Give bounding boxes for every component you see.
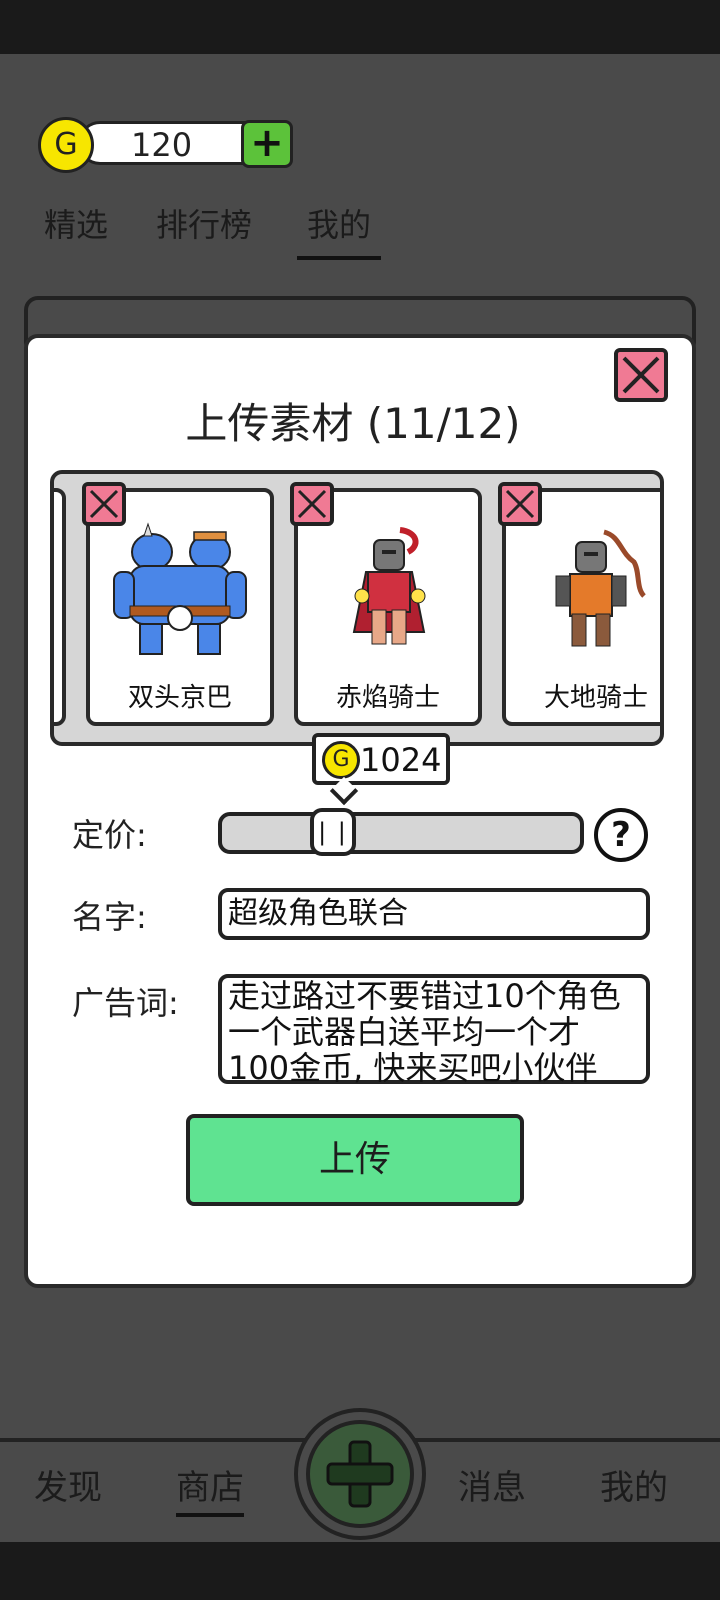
price-label: 定价: [72,816,147,854]
nav-shop[interactable]: 商店 [176,1460,244,1517]
status-bar [0,0,720,54]
remove-card-button[interactable] [290,482,334,526]
help-icon[interactable]: ? [594,808,648,862]
material-card[interactable]: 大地骑士 [498,482,660,726]
tooltip-tail [329,776,359,806]
name-label: 名字: [72,898,147,936]
price-slider-thumb[interactable]: | | [310,808,356,856]
tab-featured[interactable]: 精选 [44,200,108,246]
create-button[interactable] [306,1420,414,1528]
price-slider-track[interactable] [218,812,584,854]
material-card-partial[interactable] [54,488,66,726]
two-headed-ogre-image [113,522,247,655]
tab-leaderboard[interactable]: 排行榜 [156,200,252,246]
card-name: 双头京巴 [127,683,232,713]
add-coins-button[interactable]: + [241,120,293,168]
system-home-bar [0,1542,720,1600]
plus-icon [326,1440,394,1508]
nav-discover[interactable]: 发现 [34,1460,102,1509]
nav-messages[interactable]: 消息 [458,1460,526,1509]
card-name: 赤焰骑士 [335,683,440,713]
close-x-icon [505,489,535,519]
name-input[interactable]: 超级角色联合 [218,888,650,940]
coin-icon: G [322,741,360,779]
tab-mine[interactable]: 我的 [297,200,382,260]
material-card[interactable]: 双头京巴 [82,482,274,726]
ad-label: 广告词: [72,984,179,1022]
nav-mine[interactable]: 我的 [600,1460,668,1509]
coin-balance: 120 G + [38,117,298,173]
upload-modal: 上传素材 (11/12) 双头京巴 赤焰骑士 大地骑士 G 1024 定价: |… [24,334,696,1288]
ad-text-input[interactable]: 走过路过不要错过10个角色一个武器白送平均一个才100金币, 快来买吧小伙伴 [218,974,650,1086]
card-name: 大地骑士 [543,683,648,713]
material-carousel[interactable]: 双头京巴 赤焰骑士 大地骑士 [50,470,664,746]
coin-icon: G [38,117,94,173]
price-tooltip: G 1024 [312,733,450,806]
remove-card-button[interactable] [498,482,542,526]
close-x-icon [297,489,327,519]
upload-button[interactable]: 上传 [186,1114,524,1206]
price-value: 1024 [360,741,442,779]
coin-value: 120 [131,126,193,164]
material-card[interactable]: 赤焰骑士 [290,482,482,726]
remove-card-button[interactable] [82,482,126,526]
close-x-icon [89,489,119,519]
red-flame-knight-image [352,527,426,645]
modal-title: 上传素材 (11/12) [185,399,521,448]
earth-knight-image [555,529,646,647]
